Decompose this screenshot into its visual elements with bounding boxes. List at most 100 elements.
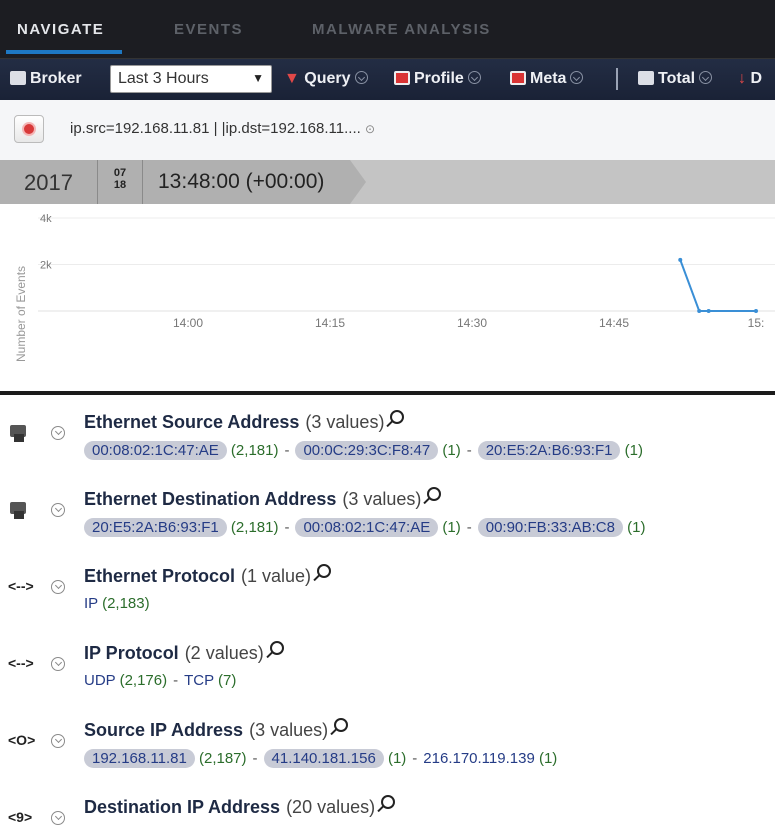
total-label: Total [658, 70, 696, 87]
meta-title[interactable]: Ethernet Source Address (3 values) [84, 410, 405, 433]
meta-values: UDP (2,176) - TCP (7) [84, 672, 236, 689]
meta-title[interactable]: Ethernet Destination Address (3 values) [84, 487, 442, 510]
filter-icon: ▼ [284, 70, 300, 87]
sort-button[interactable]: ↓ D [738, 70, 762, 88]
meta-value-link[interactable]: 216.170.119.139 [423, 750, 535, 767]
broker-button[interactable]: Broker [10, 70, 82, 88]
chevron-down-icon [570, 71, 584, 84]
meta-title[interactable]: Destination IP Address (20 values) [84, 795, 396, 818]
timeline-day: 18 [113, 179, 127, 191]
broker-label: Broker [30, 70, 82, 87]
meta-options-icon[interactable] [51, 426, 65, 440]
top-nav: NAVIGATE EVENTS MALWARE ANALYSIS [0, 0, 775, 58]
meta-title-label: Source IP Address [84, 720, 244, 740]
meta-value-link[interactable]: 00:08:02:1C:47:AE [295, 518, 439, 537]
meta-options-icon[interactable] [51, 734, 65, 748]
meta-value-link[interactable]: 20:E5:2A:B6:93:F1 [477, 441, 621, 460]
value-separator: - [412, 750, 418, 767]
meta-title-label: IP Protocol [84, 643, 179, 663]
protocol-icon: <9> [8, 809, 33, 825]
table-icon [638, 71, 654, 85]
meta-value-count: (2,176) [115, 672, 168, 689]
x-tick-label: 14:15 [315, 316, 345, 330]
meta-value-count: (2,187) [194, 750, 247, 767]
meta-value-link[interactable]: 00:90:FB:33:AB:C8 [477, 518, 623, 537]
meta-title-label: Ethernet Destination Address [84, 489, 337, 509]
time-range-select[interactable]: Last 3 Hours ▼ [110, 65, 272, 93]
query-button[interactable]: ▼ Query [284, 70, 368, 88]
data-point[interactable] [754, 309, 758, 313]
time-range-value: Last 3 Hours [118, 70, 209, 87]
meta-value-link[interactable]: 20:E5:2A:B6:93:F1 [84, 518, 227, 537]
search-icon[interactable] [269, 641, 284, 655]
data-point[interactable] [697, 309, 702, 313]
meta-value-count: (1) [383, 750, 407, 767]
query-breadcrumb[interactable]: ip.src=192.168.11.81 | |ip.dst=192.168.1… [70, 120, 375, 137]
meta-title[interactable]: Ethernet Protocol (1 value) [84, 564, 332, 587]
meta-options-icon[interactable] [51, 811, 65, 825]
search-icon[interactable] [317, 564, 332, 578]
meta-value-link[interactable]: 41.140.181.156 [263, 749, 384, 768]
meta-value-link[interactable]: IP [84, 595, 98, 612]
x-tick-label: 14:30 [457, 316, 487, 330]
toolbar-divider [616, 68, 618, 90]
meta-title[interactable]: Source IP Address (3 values) [84, 718, 349, 741]
data-point[interactable] [706, 309, 711, 313]
profile-icon [394, 71, 410, 85]
meta-values: 00:08:02:1C:47:AE (2,181) -00:0C:29:3C:F8… [84, 441, 643, 460]
meta-value-count: (20 values) [286, 797, 376, 817]
network-card-icon [8, 424, 30, 445]
total-button[interactable]: Total [638, 70, 713, 88]
protocol-icon: <O> [8, 732, 36, 748]
meta-options-icon[interactable] [51, 657, 65, 671]
record-icon [22, 122, 36, 136]
meta-values: IP (2,183) [84, 595, 150, 612]
timeline-date: 07 18 [97, 160, 143, 204]
record-button[interactable] [14, 115, 44, 143]
y-tick-label: 2k [40, 260, 52, 272]
events-chart: Number of Events 4k 2k 14:00 14:15 14:30 14:4… [0, 204, 775, 392]
data-point[interactable] [678, 257, 683, 262]
meta-values: 20:E5:2A:B6:93:F1 (2,181) -00:08:02:1C:47… [84, 518, 645, 537]
meta-value-count: (1) [438, 442, 461, 459]
timeline-year: 2017 [24, 170, 73, 195]
profile-button[interactable]: Profile [394, 70, 481, 88]
meta-title-label: Ethernet Source Address [84, 412, 300, 432]
panel-divider [0, 391, 775, 395]
meta-options-icon[interactable] [51, 580, 65, 594]
search-icon[interactable] [390, 410, 405, 424]
meta-value-link[interactable]: 00:08:02:1C:47:AE [84, 441, 227, 460]
value-separator: - [466, 519, 472, 536]
meta-value-count: (3 values) [342, 489, 422, 509]
meta-value-link[interactable]: TCP [184, 672, 214, 689]
tab-events[interactable]: EVENTS [174, 21, 243, 38]
meta-value-count: (7) [213, 672, 237, 689]
meta-value-count: (2,181) [226, 519, 279, 536]
meta-title[interactable]: IP Protocol (2 values) [84, 641, 284, 664]
meta-options-icon[interactable] [51, 503, 65, 517]
search-icon[interactable] [334, 718, 349, 732]
value-separator: - [284, 519, 290, 536]
meta-value-count: (3 values) [249, 720, 329, 740]
events-chart-svg: Number of Events 4k 2k 14:00 14:15 14:30 14:4… [14, 213, 775, 362]
search-icon[interactable] [381, 795, 396, 809]
meta-value-count: (1) [622, 519, 646, 536]
meta-value-count: (1) [438, 519, 461, 536]
value-separator: - [173, 672, 179, 689]
chevron-down-icon[interactable]: ⊙ [365, 122, 375, 136]
chevron-down-icon [467, 71, 481, 84]
meta-icon [510, 71, 526, 85]
value-separator: - [252, 750, 258, 767]
search-icon[interactable] [427, 487, 442, 501]
meta-value-count: (1) [534, 750, 558, 767]
tab-navigate[interactable]: NAVIGATE [17, 21, 104, 38]
x-tick-label: 14:00 [173, 316, 203, 330]
profile-label: Profile [414, 70, 464, 87]
meta-label: Meta [530, 70, 567, 87]
meta-value-link[interactable]: 192.168.11.81 [84, 749, 195, 768]
meta-value-link[interactable]: 00:0C:29:3C:F8:47 [295, 441, 439, 460]
tab-malware-analysis[interactable]: MALWARE ANALYSIS [312, 21, 491, 38]
meta-value-link[interactable]: UDP [84, 672, 115, 689]
meta-button[interactable]: Meta [510, 70, 584, 88]
active-tab-indicator [6, 50, 122, 54]
